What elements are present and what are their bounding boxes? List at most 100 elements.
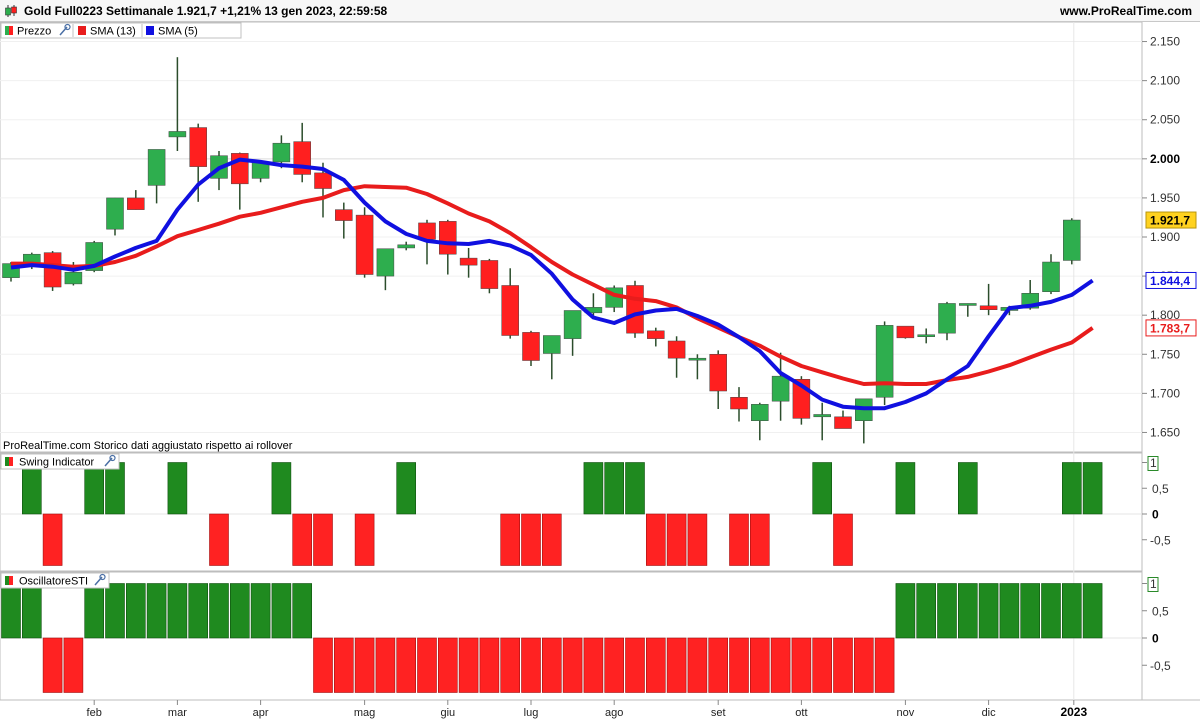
osc-bar-up: [84, 583, 104, 639]
candle-body: [959, 303, 977, 306]
osc-bar-up: [937, 583, 957, 639]
swing-bar-down: [354, 513, 375, 566]
month-label: apr: [253, 707, 269, 719]
osc-bar-up: [188, 583, 208, 639]
swing-tick-label: 1: [1150, 456, 1157, 470]
osc-bar-up: [1062, 583, 1082, 639]
swing-bar-down: [749, 513, 770, 566]
candle-body: [459, 257, 478, 266]
chart-area[interactable]: 1.6501.7001.7501.8001.8501.9001.9502.000…: [0, 22, 1200, 720]
site-link[interactable]: www.ProRealTime.com: [1060, 4, 1192, 18]
swing-bar-down: [42, 513, 63, 566]
swing-bar-up: [84, 462, 104, 515]
sma13-tag: 1.783,7: [1150, 321, 1190, 335]
price-legend-swatch-up: [5, 26, 9, 35]
swing-bar-up: [812, 462, 833, 515]
swing-bar-down: [729, 513, 749, 566]
osc-bar-up: [230, 583, 250, 639]
swing-tick-label: 0: [1152, 508, 1159, 522]
osc-bar-down: [666, 637, 687, 693]
sma5-tag: 1.844,4: [1150, 274, 1190, 288]
swing-bar-down: [292, 513, 313, 566]
osc-legend-swatch-down: [9, 576, 13, 585]
swing-bar-up: [271, 462, 292, 515]
osc-bar-up: [105, 583, 125, 639]
osc-bar-down: [313, 637, 333, 693]
candle-body: [688, 357, 707, 361]
swing-bar-up: [895, 462, 916, 515]
osc-tick-label: 0,5: [1152, 604, 1169, 618]
price-tick-label: 2.150: [1150, 35, 1180, 49]
osc-tick-label: 1: [1150, 577, 1157, 591]
osc-bar-down: [562, 637, 583, 693]
osc-bar-down: [521, 637, 541, 693]
chart-title-bar: Gold Full0223 Settimanale 1.921,7 +1,21%…: [0, 0, 1200, 22]
x-axis-months: feb mar apr mag giu lug ago set ott nov dic 2023: [87, 700, 1087, 719]
osc-legend[interactable]: OscillatoreSTI: [0, 572, 110, 589]
osc-bar-down: [853, 637, 874, 693]
candle-body: [1063, 219, 1081, 261]
osc-bar-up: [209, 583, 229, 639]
price-tick-label: 1.750: [1150, 347, 1180, 361]
history-footnote: ProRealTime.com Storico dati aggiustato …: [3, 440, 293, 452]
candle-body: [355, 214, 374, 275]
osc-bar-down: [396, 637, 417, 693]
candle-body: [43, 252, 62, 288]
osc-bar-up: [957, 583, 978, 639]
swing-legend[interactable]: Swing Indicator: [0, 453, 120, 470]
candle-body: [730, 397, 748, 410]
price-tick-label: 1.650: [1150, 425, 1180, 439]
price-tick-label: 1.950: [1150, 191, 1180, 205]
osc-bar-up: [126, 583, 146, 639]
month-label: nov: [897, 707, 915, 719]
candle-body: [293, 141, 311, 175]
osc-bar-up: [1082, 583, 1103, 639]
osc-tick-label: -0,5: [1150, 659, 1171, 673]
swing-bar-down: [541, 513, 562, 566]
price-legend[interactable]: Prezzo SMA (13) SMA (5): [0, 22, 242, 39]
swing-legend-swatch-up: [5, 457, 9, 466]
swing-bar-down: [666, 513, 687, 566]
osc-bar-up: [1020, 583, 1041, 639]
swing-bar-down: [521, 513, 541, 566]
month-label: mag: [354, 707, 375, 719]
osc-bar-down: [63, 637, 84, 693]
osc-bar-down: [541, 637, 562, 693]
price-tick-label: 1.700: [1150, 386, 1180, 400]
osc-bar-up: [916, 583, 937, 639]
candle-body: [875, 325, 894, 398]
osc-bar-down: [437, 637, 458, 693]
swing-bar-down: [687, 513, 708, 566]
candle-body: [896, 325, 915, 339]
legend-sma5: SMA (5): [158, 26, 198, 38]
swing-legend-swatch-down: [9, 457, 13, 466]
swing-bar-up: [604, 462, 625, 515]
osc-bar-up: [1, 583, 21, 639]
candle-body: [314, 172, 332, 189]
osc-bar-down: [729, 637, 749, 693]
osc-bar-down: [604, 637, 625, 693]
osc-bar-down: [645, 637, 666, 693]
candle-body: [938, 303, 956, 334]
month-label: ago: [605, 707, 623, 719]
month-label: dic: [982, 707, 997, 719]
osc-bar-up: [978, 583, 999, 639]
axis-labels: 1.6501.7001.7501.8001.8501.9001.9502.000…: [1142, 35, 1197, 673]
month-label: giu: [440, 707, 455, 719]
price-tick-label: 1.900: [1150, 230, 1180, 244]
osc-bar-down: [812, 637, 833, 693]
price-tick-label: 2.050: [1150, 113, 1180, 127]
candle-body: [771, 375, 790, 402]
candle-body: [709, 354, 727, 392]
legend-sma13: SMA (13): [90, 26, 136, 38]
month-label: 2023: [1060, 705, 1087, 719]
swing-tick-label: -0,5: [1150, 533, 1171, 547]
candle-body: [106, 197, 124, 230]
month-label: set: [711, 707, 726, 719]
osc-bar-down: [874, 637, 895, 693]
price-tick-label: 2.000: [1150, 152, 1180, 166]
swing-bar-up: [957, 462, 978, 515]
osc-bar-up: [146, 583, 167, 639]
osc-bar-down: [791, 637, 812, 693]
swing-bar-up: [583, 462, 604, 515]
